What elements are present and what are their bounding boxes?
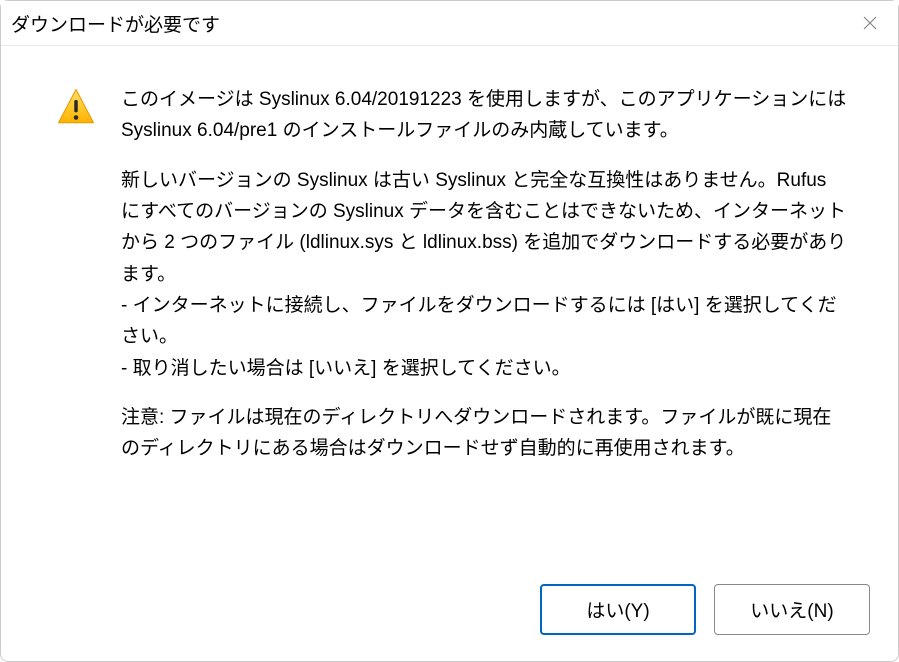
close-button[interactable] <box>856 9 884 37</box>
message-paragraph-1: このイメージは Syslinux 6.04/20191223 を使用しますが、こ… <box>121 84 848 147</box>
titlebar: ダウンロードが必要です <box>1 1 898 46</box>
dialog-content: このイメージは Syslinux 6.04/20191223 を使用しますが、こ… <box>1 46 898 566</box>
message-paragraph-2: 新しいバージョンの Syslinux は古い Syslinux と完全な互換性は… <box>121 165 848 384</box>
warning-icon <box>55 86 97 133</box>
yes-button[interactable]: はい(Y) <box>540 584 696 635</box>
button-row: はい(Y) いいえ(N) <box>1 566 898 661</box>
dialog-message: このイメージは Syslinux 6.04/20191223 を使用しますが、こ… <box>121 84 868 546</box>
message-paragraph-3: 注意: ファイルは現在のディレクトリへダウンロードされます。ファイルが既に現在の… <box>121 402 848 465</box>
dialog-title: ダウンロードが必要です <box>11 10 220 37</box>
icon-column <box>55 84 97 546</box>
close-icon <box>863 16 877 30</box>
no-button[interactable]: いいえ(N) <box>714 584 870 635</box>
